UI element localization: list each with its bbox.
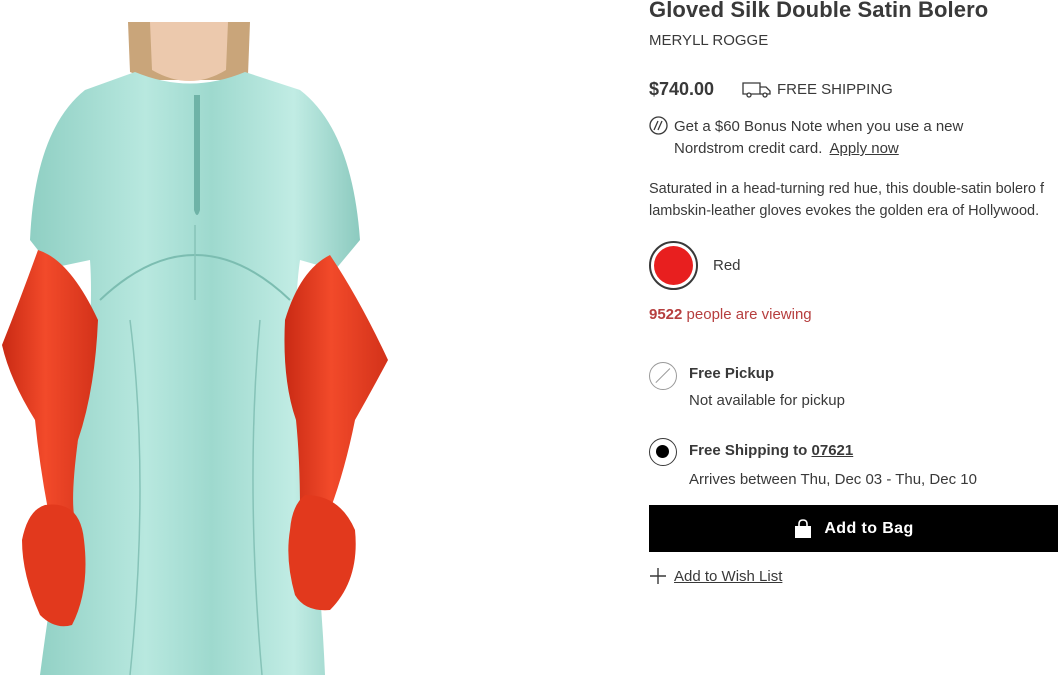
- add-to-bag-button[interactable]: Add to Bag: [649, 505, 1058, 552]
- pickup-subtitle: Not available for pickup: [689, 392, 845, 409]
- bonus-text-line2: Nordstrom credit card. Apply now: [674, 140, 899, 157]
- viewing-count: 9522: [649, 306, 683, 323]
- shipping-title: Free Shipping to 07621: [689, 442, 853, 459]
- viewing-count-notice: 9522 people are viewing: [649, 306, 812, 323]
- brand-name[interactable]: MERYLL ROGGE: [649, 32, 768, 49]
- product-info: Gloved Silk Double Satin Bolero MERYLL R…: [649, 0, 1058, 675]
- product-photo: [2, 22, 388, 675]
- shopping-bag-icon: [795, 518, 812, 538]
- description-line: lambskin-leather gloves evokes the golde…: [649, 203, 1040, 219]
- free-shipping-label: FREE SHIPPING: [777, 80, 893, 98]
- add-to-bag-label: Add to Bag: [824, 519, 914, 537]
- bonus-text-card: Nordstrom credit card.: [674, 140, 823, 157]
- plus-icon: [650, 568, 666, 584]
- bonus-text: Get a $60 Bonus Note when you use a new: [674, 118, 964, 135]
- pickup-title: Free Pickup: [689, 365, 775, 382]
- product-description: Saturated in a head-turning red hue, thi…: [649, 178, 1058, 222]
- selected-color-label: Red: [713, 257, 741, 274]
- product-image[interactable]: [0, 0, 390, 675]
- add-to-wishlist-label: Add to Wish List: [674, 567, 783, 585]
- product-title: Gloved Silk Double Satin Bolero: [649, 0, 989, 22]
- truck-icon: [742, 82, 771, 98]
- nordstrom-card-icon: [649, 116, 668, 135]
- shipping-arrival: Arrives between Thu, Dec 03 - Thu, Dec 1…: [689, 471, 977, 488]
- shipping-radio[interactable]: [649, 438, 677, 466]
- description-line: Saturated in a head-turning red hue, thi…: [649, 181, 1044, 197]
- zip-code-link[interactable]: 07621: [812, 442, 854, 459]
- shipping-title-text: Free Shipping to: [689, 442, 808, 459]
- color-swatch-red[interactable]: [649, 241, 698, 290]
- apply-now-link[interactable]: Apply now: [830, 140, 899, 157]
- pickup-radio[interactable]: [649, 362, 677, 390]
- swatch-fill: [654, 246, 693, 285]
- product-price: $740.00: [649, 79, 715, 99]
- free-shipping-badge: FREE SHIPPING: [742, 80, 893, 98]
- add-to-wishlist-link[interactable]: Add to Wish List: [649, 567, 782, 585]
- viewing-text: people are viewing: [686, 306, 812, 323]
